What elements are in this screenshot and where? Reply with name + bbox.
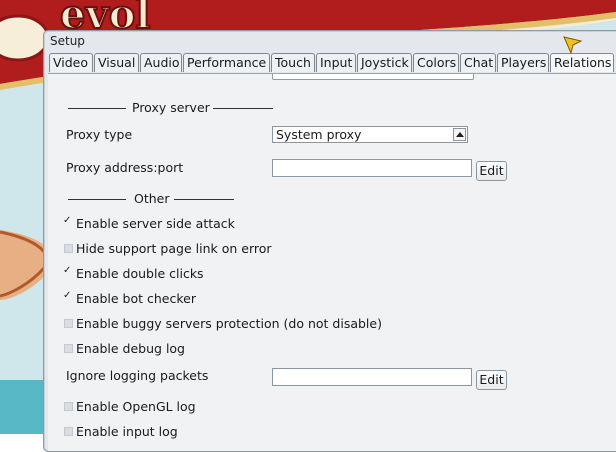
checkbox-checked-icon[interactable] (63, 290, 73, 303)
setup-window: Setup Video Visual Audio Performance Tou… (43, 30, 616, 452)
chevron-up-icon[interactable] (453, 128, 466, 141)
checkbox-unchecked-icon[interactable] (64, 402, 73, 411)
checkbox-unchecked-icon[interactable] (64, 427, 73, 436)
proxy-section-label: Proxy server (132, 100, 210, 115)
ignore-logging-edit-button[interactable]: Edit (476, 370, 507, 390)
partially-hidden-field (272, 74, 474, 80)
tab-video[interactable]: Video (49, 53, 93, 72)
option-label: Enable buggy servers protection (do not … (76, 316, 382, 331)
checkbox-unchecked-icon[interactable] (64, 319, 73, 328)
checkbox-checked-icon[interactable] (63, 215, 73, 228)
tab-audio[interactable]: Audio (140, 53, 182, 72)
option-label: Enable OpenGL log (76, 399, 196, 414)
proxy-edit-button[interactable]: Edit (476, 161, 507, 181)
window-title: Setup (50, 34, 85, 48)
proxy-address-input[interactable] (272, 159, 472, 177)
tab-performance[interactable]: Performance (183, 53, 270, 72)
option-opengl-log[interactable]: Enable OpenGL log (64, 399, 196, 414)
ignore-logging-input[interactable] (272, 368, 472, 386)
mouse-cursor-icon (563, 36, 583, 54)
proxy-type-value: System proxy (276, 127, 362, 142)
option-bot-checker[interactable]: Enable bot checker (63, 290, 196, 306)
checkbox-unchecked-icon[interactable] (64, 244, 73, 253)
tab-chat[interactable]: Chat (460, 53, 496, 72)
settings-panel: Proxy server Proxy type System proxy Pro… (48, 73, 616, 451)
proxy-address-label: Proxy address:port (66, 160, 184, 175)
option-hide-support-link[interactable]: Hide support page link on error (64, 241, 272, 256)
tab-joystick[interactable]: Joystick (357, 53, 412, 72)
option-double-clicks[interactable]: Enable double clicks (63, 265, 204, 281)
option-buggy-servers[interactable]: Enable buggy servers protection (do not … (64, 316, 382, 331)
logo-emblem (0, 14, 50, 62)
other-section-label: Other (134, 191, 170, 206)
proxy-type-dropdown[interactable]: System proxy (272, 126, 468, 143)
checkbox-checked-icon[interactable] (63, 265, 73, 278)
option-label: Hide support page link on error (76, 241, 272, 256)
option-label: Enable server side attack (76, 216, 235, 231)
tab-colors[interactable]: Colors (413, 53, 459, 72)
tab-relations[interactable]: Relations (550, 53, 614, 72)
ignore-logging-label: Ignore logging packets (66, 368, 209, 383)
option-label: Enable double clicks (76, 266, 204, 281)
tab-visual[interactable]: Visual (94, 53, 139, 72)
option-server-side-attack[interactable]: Enable server side attack (63, 215, 235, 231)
option-debug-log[interactable]: Enable debug log (64, 341, 185, 356)
option-input-log[interactable]: Enable input log (64, 424, 178, 439)
option-label: Enable debug log (76, 341, 185, 356)
tab-touch[interactable]: Touch (271, 53, 315, 72)
checkbox-unchecked-icon[interactable] (64, 344, 73, 353)
option-label: Enable bot checker (76, 291, 196, 306)
tab-players[interactable]: Players (497, 53, 549, 72)
proxy-type-label: Proxy type (66, 127, 133, 142)
tab-input[interactable]: Input (316, 53, 356, 72)
option-label: Enable input log (76, 424, 178, 439)
